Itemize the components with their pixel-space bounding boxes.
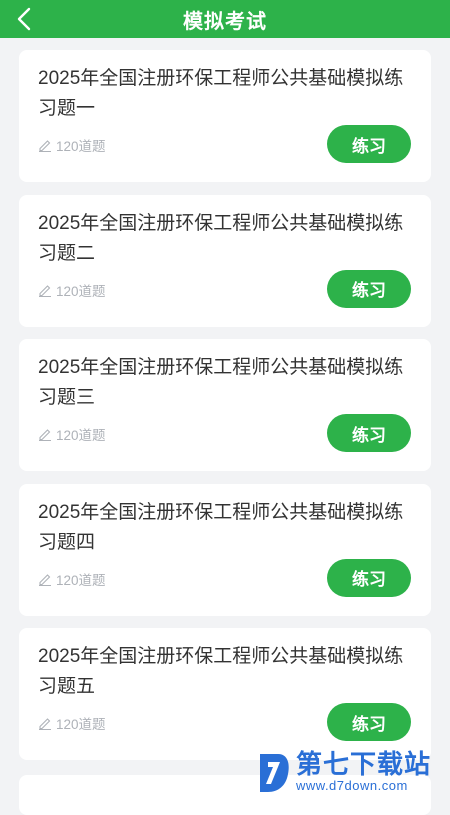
question-count-label: 120道题	[56, 717, 106, 732]
practice-button[interactable]: 练习	[327, 269, 411, 308]
pencil-icon	[39, 284, 51, 297]
app-header: 模拟考试	[0, 0, 450, 38]
chevron-left-icon	[17, 7, 31, 31]
question-count-label: 120道题	[56, 572, 106, 588]
practice-button[interactable]: 练习	[327, 125, 411, 163]
exam-card[interactable]: 2025年全国注册环保工程师公共基础模拟练习题一 120道题 练习	[19, 50, 431, 182]
back-button[interactable]	[12, 7, 36, 31]
exam-title: 2025年全国注册环保工程师公共基础模拟练习题四	[38, 501, 404, 553]
question-count: 120道题	[38, 569, 106, 589]
question-count: 120道题	[38, 135, 106, 155]
watermark-name: 第七下载站	[296, 749, 432, 779]
exam-title: 2025年全国注册环保工程师公共基础模拟练习题一	[38, 68, 404, 119]
exam-list: 2025年全国注册环保工程师公共基础模拟练习题一 120道题 练习 2025年全…	[19, 50, 431, 773]
practice-button[interactable]: 练习	[327, 558, 411, 597]
pencil-icon	[39, 140, 51, 152]
exam-title: 2025年全国注册环保工程师公共基础模拟练习题二	[38, 212, 404, 264]
question-count-label: 120道题	[56, 139, 106, 154]
exam-title: 2025年全国注册环保工程师公共基础模拟练习题五	[38, 646, 404, 697]
watermark-logo: 第七下载站 www.d7down.com	[256, 748, 431, 796]
exam-title: 2025年全国注册环保工程师公共基础模拟练习题三	[38, 357, 404, 408]
pencil-icon	[39, 429, 51, 441]
watermark-url: www.d7down.com	[296, 778, 408, 793]
question-count: 120道题	[38, 424, 106, 444]
question-count: 120道题	[38, 280, 106, 300]
practice-button[interactable]: 练习	[327, 703, 411, 741]
practice-button[interactable]: 练习	[327, 414, 411, 452]
exam-card[interactable]: 2025年全国注册环保工程师公共基础模拟练习题四 120道题 练习	[19, 483, 431, 616]
pencil-icon	[39, 573, 51, 586]
exam-card[interactable]: 2025年全国注册环保工程师公共基础模拟练习题二 120道题 练习	[19, 194, 431, 327]
question-count-label: 120道题	[56, 283, 106, 299]
question-count: 120道题	[38, 713, 106, 733]
exam-card[interactable]: 2025年全国注册环保工程师公共基础模拟练习题三 120道题 练习	[19, 339, 431, 471]
question-count-label: 120道题	[56, 428, 106, 443]
page-title: 模拟考试	[183, 10, 267, 33]
exam-card[interactable]: 2025年全国注册环保工程师公共基础模拟练习题五 120道题 练习	[19, 628, 431, 760]
pencil-icon	[39, 718, 51, 730]
d7-logo-icon	[260, 754, 289, 792]
